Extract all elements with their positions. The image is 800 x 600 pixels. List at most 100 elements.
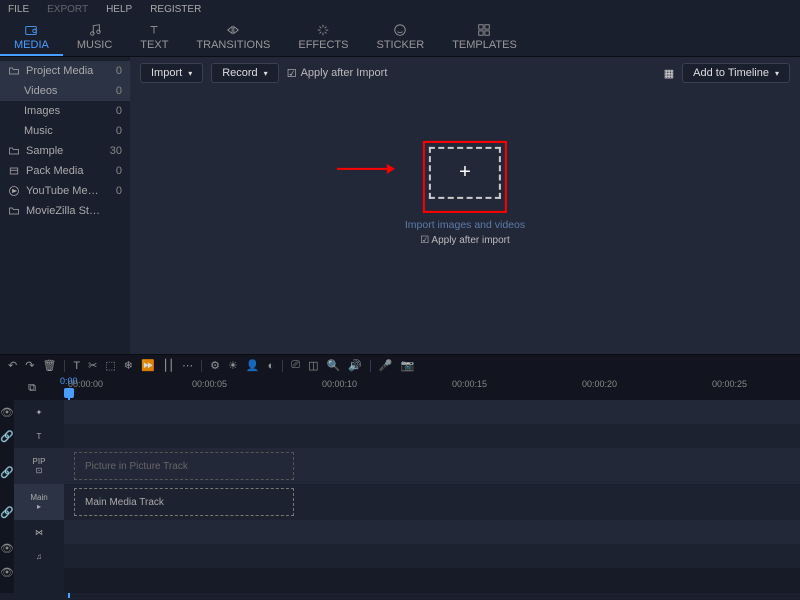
apply-after-import-checkbox[interactable]: ☑Apply after Import <box>287 67 388 80</box>
layers-icon[interactable]: ⧉ <box>28 382 36 395</box>
track-pip[interactable]: PIP⊡ <box>14 448 64 484</box>
sticker-icon <box>393 23 407 37</box>
cut-icon[interactable]: ✂ <box>88 359 97 372</box>
transition-icon: ⋈ <box>35 528 43 537</box>
tab-music[interactable]: MUSIC <box>63 19 126 56</box>
tab-sticker[interactable]: STICKER <box>363 19 439 56</box>
tab-transitions[interactable]: TRANSITIONS <box>182 19 284 56</box>
sidebar-music[interactable]: Music0 <box>0 121 130 141</box>
text-icon: T <box>37 432 42 441</box>
visibility-icon[interactable]: 👁 <box>0 560 14 584</box>
ruler-ticks: 0:00 00:00:00 00:00:05 00:00:10 00:00:15… <box>64 376 800 400</box>
timeline-ruler[interactable]: ⧉ 0:00 00:00:00 00:00:05 00:00:10 00:00:… <box>0 376 800 400</box>
apply-after-import-inline[interactable]: ☑ Apply after import <box>405 234 525 245</box>
folder-icon <box>8 205 20 217</box>
timeline-toolbar: ↶ ↷ 🗑 T ✂ ⬚ ❄ ⏩ ⎮⎮ ⋯ ⚙ ☀ 👤 ◐ ⎚ ◫ 🔍 🔊 🎤 📷 <box>0 354 800 376</box>
track-main[interactable]: Main▸ <box>14 484 64 520</box>
sidebar-images[interactable]: Images0 <box>0 101 130 121</box>
delete-icon[interactable]: 🗑 <box>42 359 56 372</box>
import-drop-area[interactable]: + Import images and videos ☑ Apply after… <box>405 140 525 245</box>
sidebar-project-media[interactable]: Project Media0 <box>0 61 130 81</box>
sidebar: Project Media0 Videos0 Images0 Music0 Sa… <box>0 57 130 354</box>
effects-track[interactable] <box>64 400 800 424</box>
redo-icon[interactable]: ↷ <box>25 359 34 372</box>
ruler-tick: 00:00:25 <box>712 379 747 389</box>
grid-view-icon[interactable]: ▦ <box>664 67 674 80</box>
import-plus-box[interactable]: + <box>429 146 501 198</box>
link-icon[interactable]: 🔗 <box>0 500 14 524</box>
import-button[interactable]: Import▾ <box>140 63 203 83</box>
visibility-icon[interactable]: 👁 <box>0 400 14 424</box>
add-to-timeline-button[interactable]: Add to Timeline▾ <box>682 63 790 83</box>
folder-icon <box>8 145 20 157</box>
pip-track[interactable]: Picture in Picture Track <box>64 448 800 484</box>
tab-templates[interactable]: TEMPLATES <box>438 19 531 56</box>
menu-bar: FILE EXPORT HELP REGISTER <box>0 0 800 19</box>
timeline-tracks[interactable]: Picture in Picture Track Main Media Trac… <box>64 400 800 593</box>
media-icon <box>24 23 38 37</box>
zoom-icon[interactable]: 🔍 <box>326 359 340 372</box>
split-icon[interactable]: ⎮⎮ <box>163 359 174 372</box>
adjust-icon[interactable]: ⬚ <box>105 359 115 372</box>
main-track[interactable]: Main Media Track <box>64 484 800 520</box>
chevron-down-icon: ▾ <box>264 69 268 78</box>
templates-icon <box>477 23 491 37</box>
undo-icon[interactable]: ↶ <box>8 359 17 372</box>
track-audio[interactable]: ♫ <box>14 544 64 568</box>
sidebar-moviezilla[interactable]: MovieZilla St… <box>0 201 130 221</box>
track-transition[interactable]: ⋈ <box>14 520 64 544</box>
timeline-gutter: 👁 🔗 🔗 🔗 👁 👁 <box>0 400 14 593</box>
sidebar-pack-media[interactable]: Pack Media0 <box>0 161 130 181</box>
tracks-corner: ⧉ <box>0 376 64 400</box>
record-button[interactable]: Record▾ <box>211 63 278 83</box>
crop-icon[interactable]: ◫ <box>308 359 318 372</box>
more-icon[interactable]: ⋯ <box>182 359 193 372</box>
text-tool-icon[interactable]: T <box>73 360 80 372</box>
audio-track[interactable] <box>64 544 800 568</box>
camera-icon[interactable]: 📷 <box>401 359 415 372</box>
ruler-tick: 00:00:05 <box>192 379 227 389</box>
annotation-arrow <box>337 160 395 176</box>
main-area: Project Media0 Videos0 Images0 Music0 Sa… <box>0 57 800 354</box>
tab-effects[interactable]: EFFECTS <box>284 19 362 56</box>
tab-media[interactable]: MEDIA <box>0 19 63 56</box>
track-effects[interactable]: ✦ <box>14 400 64 424</box>
play-icon <box>8 185 20 197</box>
menu-help[interactable]: HELP <box>106 4 132 15</box>
transitions-icon <box>226 23 240 37</box>
effects-icon <box>316 23 330 37</box>
menu-file[interactable]: FILE <box>8 4 29 15</box>
mic-icon[interactable]: 🎤 <box>379 359 393 372</box>
sidebar-youtube[interactable]: YouTube Me…0 <box>0 181 130 201</box>
sidebar-sample[interactable]: Sample30 <box>0 141 130 161</box>
timeline: 👁 🔗 🔗 🔗 👁 👁 ✦ T PIP⊡ Main▸ ⋈ ♫ Picture i… <box>0 400 800 593</box>
tool-icon[interactable]: ⎚ <box>291 359 300 372</box>
user-icon[interactable]: 👤 <box>246 359 260 372</box>
visibility-icon[interactable]: 👁 <box>0 536 14 560</box>
menu-export[interactable]: EXPORT <box>47 4 88 15</box>
speed-icon[interactable]: ⏩ <box>141 359 155 372</box>
ruler-tick: 00:00:10 <box>322 379 357 389</box>
import-caption[interactable]: Import images and videos <box>405 218 525 230</box>
link-icon[interactable]: 🔗 <box>0 460 14 484</box>
ruler-tick: 00:00:15 <box>452 379 487 389</box>
settings-icon[interactable]: ⚙ <box>210 359 220 372</box>
menu-register[interactable]: REGISTER <box>150 4 201 15</box>
content-toolbar: Import▾ Record▾ ☑Apply after Import ▦ Ad… <box>130 57 800 89</box>
music-icon: ♫ <box>36 552 42 561</box>
chevron-down-icon: ▾ <box>775 69 779 78</box>
mask-icon[interactable]: ◐ <box>268 360 275 372</box>
ruler-tick: 00:00:20 <box>582 379 617 389</box>
freeze-icon[interactable]: ❄ <box>124 359 133 372</box>
text-track[interactable] <box>64 424 800 448</box>
tab-text[interactable]: TEXT <box>126 19 182 56</box>
sidebar-videos[interactable]: Videos0 <box>0 81 130 101</box>
transition-track[interactable] <box>64 520 800 544</box>
playhead[interactable] <box>64 388 74 398</box>
pip-track-placeholder: Picture in Picture Track <box>74 452 294 480</box>
audio-icon[interactable]: 🔊 <box>348 359 362 372</box>
sun-icon[interactable]: ☀ <box>228 359 238 372</box>
link-icon[interactable]: 🔗 <box>0 424 14 448</box>
track-text[interactable]: T <box>14 424 64 448</box>
annotation-highlight: + <box>423 140 507 212</box>
